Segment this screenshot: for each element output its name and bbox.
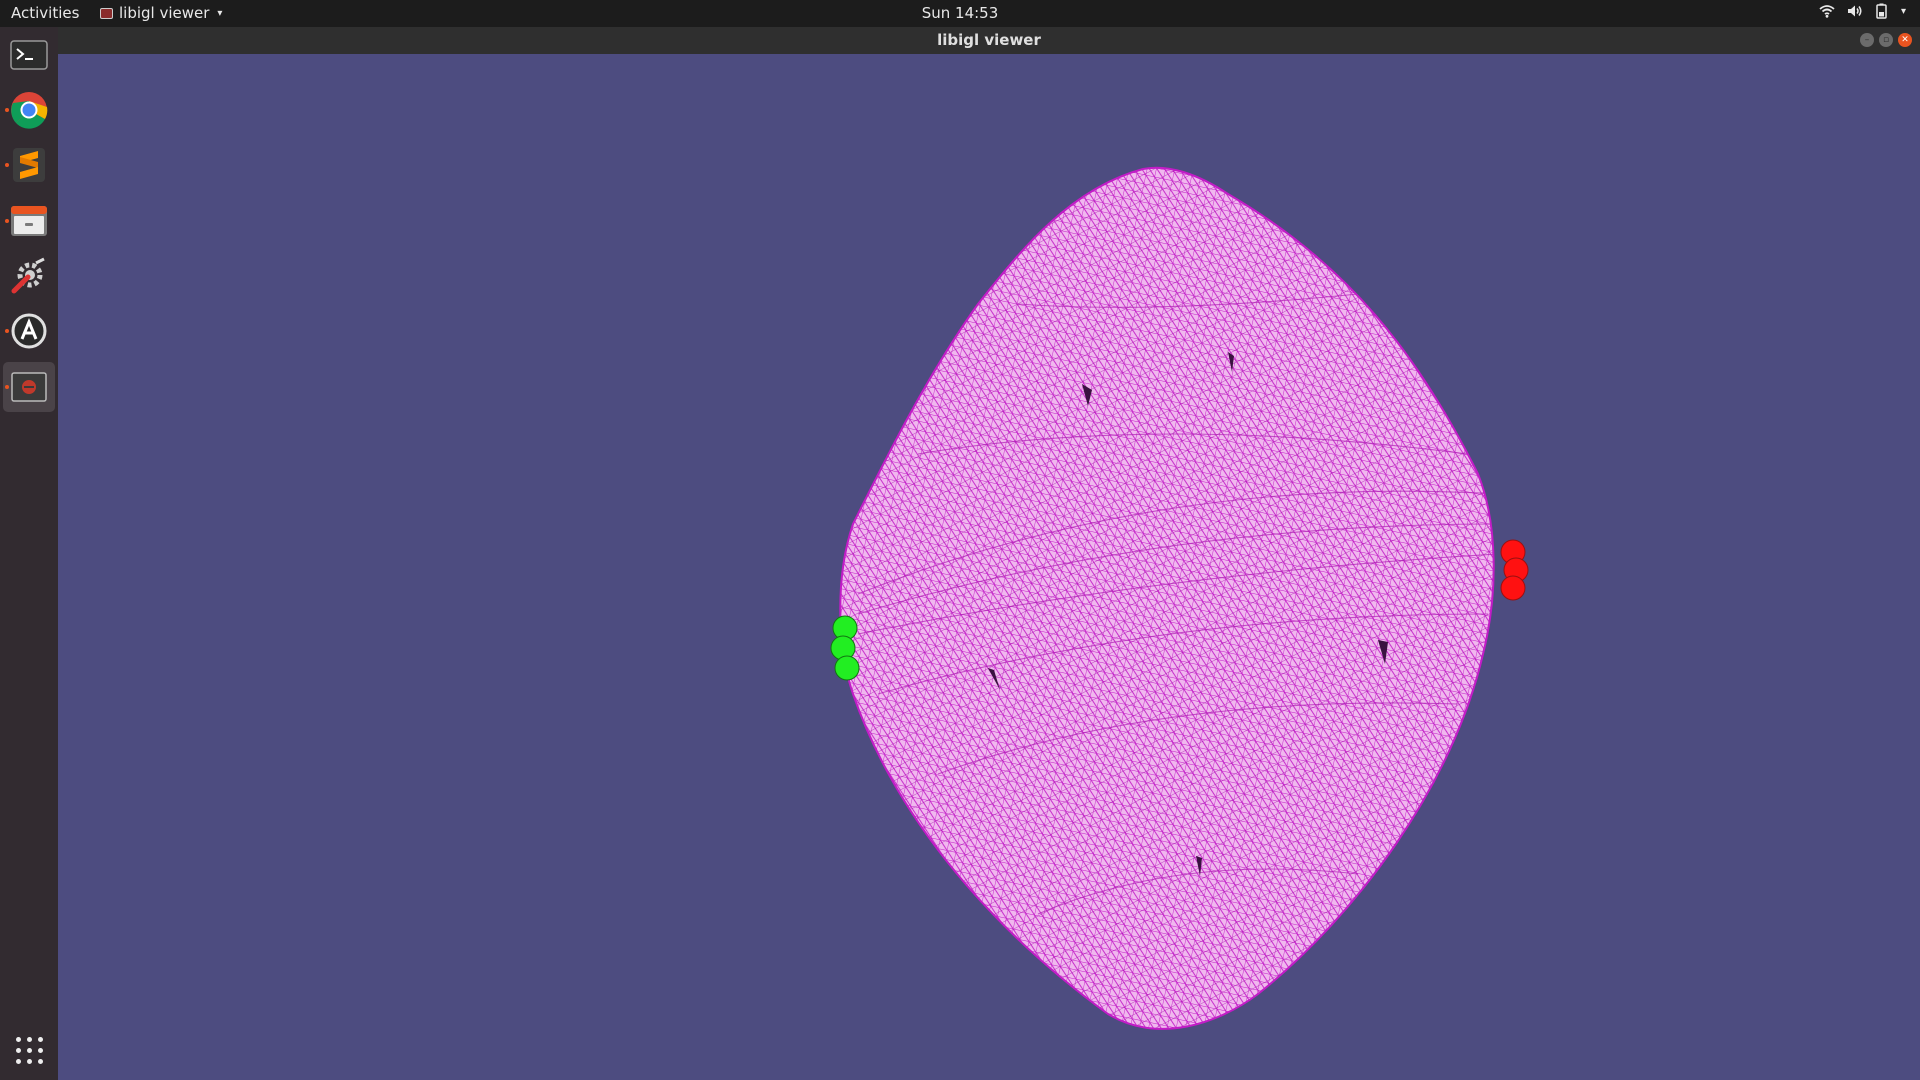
activities-button[interactable]: Activities <box>11 4 79 22</box>
mesh-render <box>830 166 1529 1030</box>
running-indicator <box>5 329 9 333</box>
libigl-viewer-icon <box>11 372 47 402</box>
target-vertex-markers <box>1500 539 1529 601</box>
sublime-text-icon <box>13 148 45 182</box>
terminal-icon <box>10 40 48 70</box>
close-icon[interactable]: ✕ <box>1898 33 1912 47</box>
clock-label[interactable]: Sun 14:53 <box>922 4 999 22</box>
battery-icon <box>1876 3 1887 19</box>
dock-item-system-tools[interactable] <box>3 251 55 301</box>
chevron-down-icon: ▾ <box>1900 5 1906 17</box>
system-tray[interactable]: ▾ <box>1819 3 1906 19</box>
wifi-icon <box>1819 5 1835 18</box>
clock: Sun 14:53 <box>0 4 1920 22</box>
app-menu[interactable]: libigl viewer ▾ <box>100 4 222 22</box>
dock-item-libigl-viewer[interactable] <box>3 362 55 412</box>
updater-icon <box>11 313 47 349</box>
dock <box>0 27 58 1080</box>
mesh-wireframe <box>840 167 1494 1029</box>
dock-item-sublime-text[interactable] <box>3 140 55 190</box>
window-titlebar[interactable]: libigl viewer – ▫ ✕ <box>58 27 1920 54</box>
source-vertex-markers <box>830 615 860 681</box>
window-title: libigl viewer <box>937 31 1041 49</box>
app-menu-label: libigl viewer <box>119 4 210 22</box>
tools-icon <box>11 257 45 294</box>
top-bar: Activities libigl viewer ▾ Sun 14:53 ▾ <box>0 0 1920 27</box>
running-indicator <box>5 108 9 112</box>
maximize-icon[interactable]: ▫ <box>1879 33 1893 47</box>
volume-icon <box>1847 5 1862 17</box>
libigl-app-icon <box>100 7 113 19</box>
running-indicator <box>5 385 9 389</box>
viewer-canvas[interactable] <box>58 54 1920 1080</box>
dock-item-terminal[interactable] <box>3 30 55 80</box>
files-icon <box>11 206 47 236</box>
minimize-icon[interactable]: – <box>1860 33 1874 47</box>
chrome-icon <box>11 92 48 129</box>
running-indicator <box>5 219 9 223</box>
running-indicator <box>5 163 9 167</box>
dock-item-chrome[interactable] <box>3 85 55 135</box>
dock-item-files[interactable] <box>3 196 55 246</box>
apps-grid-icon[interactable] <box>16 1037 43 1064</box>
dock-item-software-updater[interactable] <box>3 306 55 356</box>
chevron-down-icon: ▾ <box>217 7 223 19</box>
